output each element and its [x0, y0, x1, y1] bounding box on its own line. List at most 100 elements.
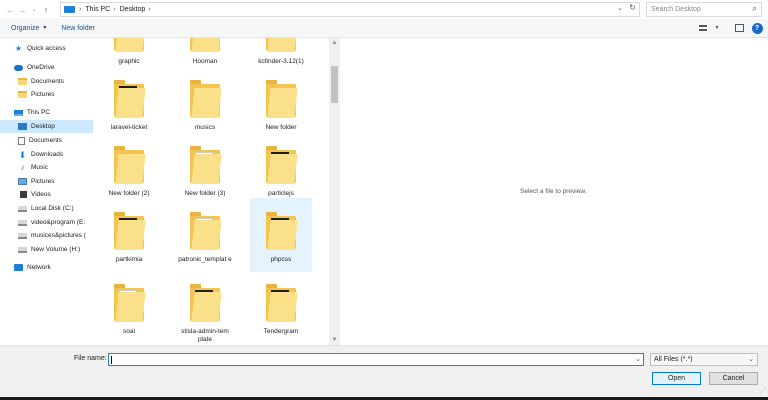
address-bar[interactable]: › This PC › Desktop › ⌄ ↻ [60, 2, 640, 17]
file-item[interactable]: S laravel-ticket [98, 74, 160, 140]
breadcrumb-separator-icon[interactable]: › [113, 6, 115, 13]
sidebar-item-videos[interactable]: Videos [0, 188, 93, 201]
breadcrumb-this-pc[interactable]: This PC [85, 6, 110, 13]
file-item[interactable]: patronic_templat e [174, 206, 236, 272]
scroll-down-arrow-icon[interactable]: ▼ [329, 335, 340, 345]
sidebar-item-label: Network [27, 264, 51, 271]
organize-button[interactable]: Organize ▼ [11, 25, 47, 32]
file-type-value: All Files (*.*) [654, 356, 693, 363]
sidebar-item-onedrive-documents[interactable]: Documents [0, 75, 93, 88]
folder-icon [114, 212, 146, 250]
folder-icon [190, 212, 222, 250]
sidebar-item-pictures[interactable]: Pictures [0, 175, 93, 188]
refresh-icon[interactable]: ↻ [629, 3, 636, 12]
search-icon[interactable]: ⌕ [753, 4, 757, 14]
search-input[interactable]: Search Desktop ⌕ [646, 2, 762, 17]
sidebar-item-onedrive-pictures[interactable]: Pictures [0, 88, 93, 101]
file-name: Hooman [192, 58, 218, 65]
file-item[interactable]: Ps Tendergram [250, 278, 312, 344]
help-button[interactable]: ? [750, 22, 764, 34]
file-list-scrollbar[interactable]: ▲ ▼ [329, 38, 340, 345]
sidebar-item-documents[interactable]: Documents [0, 134, 93, 147]
file-item[interactable]: partkimia [98, 206, 160, 272]
view-icon [699, 25, 707, 31]
sidebar-item-label: video&program (E: [31, 219, 86, 226]
scrollbar-thumb[interactable] [331, 66, 338, 103]
preview-pane: Select a file to preview. [340, 38, 768, 345]
sidebar-item-network[interactable]: Network [0, 261, 93, 274]
breadcrumb-desktop[interactable]: Desktop [120, 6, 146, 13]
address-dropdown-icon[interactable]: ⌄ [617, 4, 623, 12]
file-item[interactable]: Ps particlejs [250, 140, 312, 206]
sidebar-item-label: Local Disk (C:) [31, 205, 74, 212]
sidebar-item-label: Downloads [31, 151, 64, 158]
file-item[interactable]: stisla-admin-tem plate [174, 278, 236, 344]
address-row: ← → ⌄ ↑ › This PC › Desktop › ⌄ ↻ Search… [0, 0, 768, 19]
drive-icon [18, 205, 27, 212]
file-item[interactable]: Hooman [174, 38, 236, 74]
open-button[interactable]: Open [652, 372, 701, 385]
file-item[interactable]: phpcss [250, 198, 312, 272]
file-item[interactable]: musics [174, 74, 236, 140]
file-name: phpcss [270, 256, 292, 263]
preview-pane-button[interactable] [732, 22, 746, 34]
drive-icon [18, 232, 27, 239]
file-name: soal [123, 328, 135, 335]
file-item[interactable]: soal [98, 278, 160, 344]
folder-icon [190, 146, 222, 184]
recent-locations-chevron-icon[interactable]: ⌄ [28, 3, 40, 17]
drive-icon [18, 219, 27, 226]
folder-icon [114, 38, 146, 52]
scroll-up-arrow-icon[interactable]: ▲ [329, 38, 340, 48]
file-name-input[interactable]: ⌄ [108, 353, 644, 366]
sidebar-item-label: Pictures [31, 91, 55, 98]
sidebar-item-label: This PC [27, 109, 51, 116]
folder-icon [190, 80, 222, 118]
folder-icon [266, 80, 298, 118]
folder-icon [18, 91, 27, 98]
sidebar-item-label: Pictures [31, 178, 55, 185]
network-icon [14, 264, 23, 271]
back-arrow-icon[interactable]: ← [4, 3, 16, 17]
sidebar-item-label: Music [31, 164, 48, 171]
sidebar-item-this-pc[interactable]: This PC [0, 106, 93, 119]
change-view-button[interactable] [696, 22, 710, 34]
cancel-button[interactable]: Cancel [709, 372, 758, 385]
breadcrumb-separator-icon[interactable]: › [148, 6, 150, 13]
folder-icon [190, 38, 222, 52]
resize-grip-icon[interactable]: ⋰ [759, 387, 766, 395]
chevron-down-icon[interactable]: ⌄ [635, 355, 641, 363]
file-item[interactable]: kcfinder-3.12(1) [250, 38, 312, 74]
sidebar-item-onedrive[interactable]: OneDrive [0, 61, 93, 74]
sidebar-item-music[interactable]: ♪ Music [0, 161, 93, 174]
file-item[interactable]: New folder (2) [98, 140, 160, 206]
sidebar-item-drive-h[interactable]: New Volume (H:) [0, 243, 93, 256]
file-item[interactable]: New folder (3) [174, 140, 236, 206]
download-arrow-icon: ⬇ [18, 149, 27, 160]
folder-icon: Ps [266, 284, 298, 322]
sidebar-item-local-disk-c[interactable]: Local Disk (C:) [0, 202, 93, 215]
breadcrumb-separator-icon[interactable]: › [79, 6, 81, 13]
folder-icon [18, 78, 27, 85]
file-type-select[interactable]: All Files (*.*) ⌄ [650, 353, 758, 366]
sidebar-item-desktop[interactable]: Desktop [0, 120, 93, 133]
file-name: partkimia [115, 256, 143, 263]
new-folder-button[interactable]: New folder [61, 25, 94, 32]
film-icon [18, 191, 27, 198]
text-caret [111, 356, 112, 364]
sidebar-item-downloads[interactable]: ⬇ Downloads [0, 148, 93, 161]
sidebar-item-drive-f[interactable]: musices&pictures ( [0, 229, 93, 242]
sidebar-item-label: Videos [31, 191, 51, 198]
sidebar-item-drive-e[interactable]: video&program (E: [0, 216, 93, 229]
file-item[interactable]: New folder [250, 74, 312, 140]
view-options-chevron-icon[interactable]: ▼ [710, 22, 724, 34]
forward-arrow-icon[interactable]: → [16, 3, 28, 17]
sidebar-item-quick-access[interactable]: ★ Quick access [0, 42, 93, 55]
file-name: New folder [265, 124, 297, 131]
folder-icon: Ps [266, 146, 298, 184]
music-note-icon: ♪ [20, 162, 25, 172]
up-arrow-icon[interactable]: ↑ [40, 3, 52, 17]
file-item[interactable]: graphic [98, 38, 160, 74]
chevron-down-icon: ▼ [42, 25, 48, 31]
file-name: laravel-ticket [110, 124, 148, 131]
